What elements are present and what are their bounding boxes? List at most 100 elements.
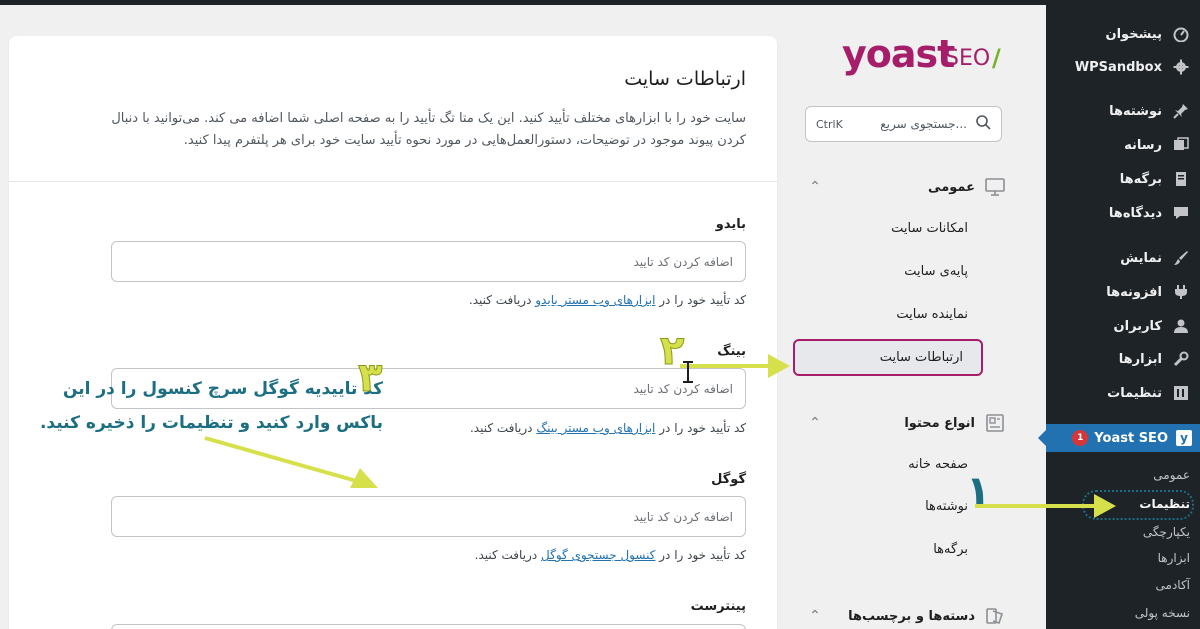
field-label-bing: بینگ (717, 344, 746, 359)
monitor-icon (985, 177, 1005, 197)
notification-badge: 1 (1072, 430, 1089, 446)
nav-group-general[interactable]: ⌃ عمومی (805, 175, 1005, 199)
google-verification-input[interactable]: اضافه کردن کد تایید (111, 496, 746, 537)
wp-menu-pages[interactable]: برگه‌ها (1046, 164, 1200, 194)
logo-slash: / (992, 44, 1001, 72)
settings-icon (1172, 384, 1190, 402)
search-placeholder: جستجوی سریع... (880, 117, 967, 131)
logo-wordmark: yoast (842, 32, 955, 76)
page-description: سایت خود را با ابزارهای مختلف تأیید کنید… (111, 111, 746, 148)
field-label-pinterest: پینترست (690, 599, 746, 614)
wp-menu-label: افزونه‌ها (1106, 284, 1162, 300)
wp-menu-label: ابزارها (1118, 351, 1162, 367)
help-text: دریافت کنید. (474, 548, 538, 562)
dashboard-icon (1172, 25, 1190, 43)
nav-link-site-connections[interactable]: ارتباطات سایت (793, 339, 983, 376)
annotation-step-3: ۳ (357, 355, 383, 402)
wp-menu-label: پیشخوان (1105, 26, 1163, 42)
pin-icon (1172, 102, 1190, 120)
wp-menu-settings[interactable]: تنظیمات (1046, 378, 1200, 408)
nav-group-title: عمومی (928, 179, 975, 195)
wp-menu-tools[interactable]: ابزارها (1046, 344, 1200, 374)
page-title: ارتباطات سایت (624, 68, 746, 90)
yoast-logo: yoast SEO / (842, 32, 1002, 82)
wp-menu-label: تنظیمات (1107, 385, 1162, 401)
baidu-webmaster-link[interactable]: ابزارهای وب مستر بایدو (535, 293, 655, 307)
search-shortcut: CtrlK (816, 117, 843, 131)
google-search-console-link[interactable]: کنسول جستجوی گوگل (541, 548, 655, 562)
wp-submenu-integrations[interactable]: یکپارچگی (1143, 525, 1190, 539)
help-text: کد تأیید خود را در (659, 293, 746, 307)
pinterest-verification-input[interactable] (111, 624, 746, 629)
wrench-icon (1172, 350, 1190, 368)
wp-menu-appearance[interactable]: نمایش (1046, 243, 1200, 273)
input-placeholder: اضافه کردن کد تایید (633, 254, 733, 269)
nav-link-posts[interactable]: نوشته‌ها (925, 499, 968, 514)
tags-icon (985, 606, 1005, 626)
user-icon (1172, 317, 1190, 335)
wp-menu-label: نمایش (1120, 250, 1162, 266)
wp-menu-media[interactable]: رسانه (1046, 130, 1200, 160)
wp-menu-label: نوشته‌ها (1109, 103, 1162, 119)
wp-menu-yoast-seo[interactable]: 1 Yoast SEO y (1038, 424, 1200, 452)
wp-menu-label: Yoast SEO (1094, 430, 1168, 446)
input-placeholder: اضافه کردن کد تایید (633, 381, 733, 396)
wp-menu-label: WPSandbox (1074, 59, 1162, 75)
bing-webmaster-link[interactable]: ابزارهای وب مستر بینگ (536, 421, 655, 435)
wp-menu-label: دیدگاه‌ها (1108, 205, 1162, 221)
wp-submenu-general[interactable]: عمومی (1153, 468, 1190, 482)
nav-link-pages[interactable]: برگه‌ها (933, 542, 968, 557)
wp-menu-plugins[interactable]: افزونه‌ها (1046, 277, 1200, 307)
baidu-verification-input[interactable]: اضافه کردن کد تایید (111, 241, 746, 282)
wp-menu-users[interactable]: کاربران (1046, 311, 1200, 341)
brush-icon (1172, 249, 1190, 267)
annotation-step-2: ۲ (659, 328, 685, 375)
page-icon (1172, 170, 1190, 188)
gear-icon (1172, 58, 1190, 76)
nav-group-content-types[interactable]: ⌃ انواع محتوا (805, 411, 1005, 435)
chevron-up-icon: ⌃ (809, 608, 821, 624)
nav-group-title: دسته‌ها و برچسب‌ها (848, 608, 975, 624)
wp-submenu-tools[interactable]: ابزارها (1158, 551, 1190, 565)
chevron-up-icon: ⌃ (809, 415, 821, 431)
field-help-bing: کد تأیید خود را در ابزارهای وب مستر بینگ… (470, 421, 746, 435)
wp-menu-label: برگه‌ها (1119, 171, 1162, 187)
chevron-up-icon: ⌃ (809, 179, 821, 195)
wp-submenu-premium[interactable]: نسخه پولی (1135, 606, 1190, 620)
wp-menu-posts[interactable]: نوشته‌ها (1046, 96, 1200, 126)
wp-submenu-academy[interactable]: آکادمی (1156, 578, 1190, 592)
wp-menu-label: کاربران (1113, 318, 1162, 334)
nav-group-categories-tags[interactable]: ⌃ دسته‌ها و برچسب‌ها (805, 604, 1005, 628)
nav-link-site-features[interactable]: امکانات سایت (891, 221, 968, 236)
top-admin-bar (0, 0, 1200, 5)
help-text: کد تأیید خود را در (659, 421, 746, 435)
annotation-instruction: کد تاییدیه گوگل سرچ کنسول را در این باکس… (39, 379, 383, 433)
section-divider (9, 181, 777, 182)
quick-search-input[interactable]: CtrlK جستجوی سریع... (805, 106, 1002, 142)
logo-seo: SEO (945, 46, 991, 71)
wp-menu-wpsandbox[interactable]: WPSandbox (1046, 52, 1200, 82)
help-text: دریافت کنید. (469, 421, 533, 435)
nav-link-site-representation[interactable]: نماینده سایت (896, 307, 968, 322)
search-icon (975, 114, 991, 134)
nav-link-homepage[interactable]: صفحه خانه (908, 457, 968, 472)
nav-link-site-basics[interactable]: پایه‌ی سایت (904, 264, 968, 279)
field-help-google: کد تأیید خود را در کنسول جستجوی گوگل دری… (475, 548, 746, 562)
wp-menu-dashboard[interactable]: پیشخوان (1046, 19, 1200, 49)
field-label-google: گوگل (711, 472, 746, 487)
media-icon (1172, 136, 1190, 154)
nav-group-title: انواع محتوا (904, 415, 975, 431)
content-types-icon (985, 413, 1005, 433)
help-text: کد تأیید خود را در (659, 548, 746, 562)
plugin-icon (1172, 283, 1190, 301)
input-placeholder: اضافه کردن کد تایید (633, 509, 733, 524)
wp-menu-comments[interactable]: دیدگاه‌ها (1046, 198, 1200, 228)
yoast-icon: y (1176, 430, 1192, 446)
field-help-baidu: کد تأیید خود را در ابزارهای وب مستر باید… (469, 293, 746, 307)
wp-menu-label: رسانه (1124, 137, 1162, 153)
annotation-highlight-settings (1082, 490, 1194, 520)
comment-icon (1172, 204, 1190, 222)
field-label-baidu: بایدو (715, 217, 746, 232)
annotation-step-1: ۱ (966, 468, 991, 514)
help-text: دریافت کنید. (468, 293, 532, 307)
